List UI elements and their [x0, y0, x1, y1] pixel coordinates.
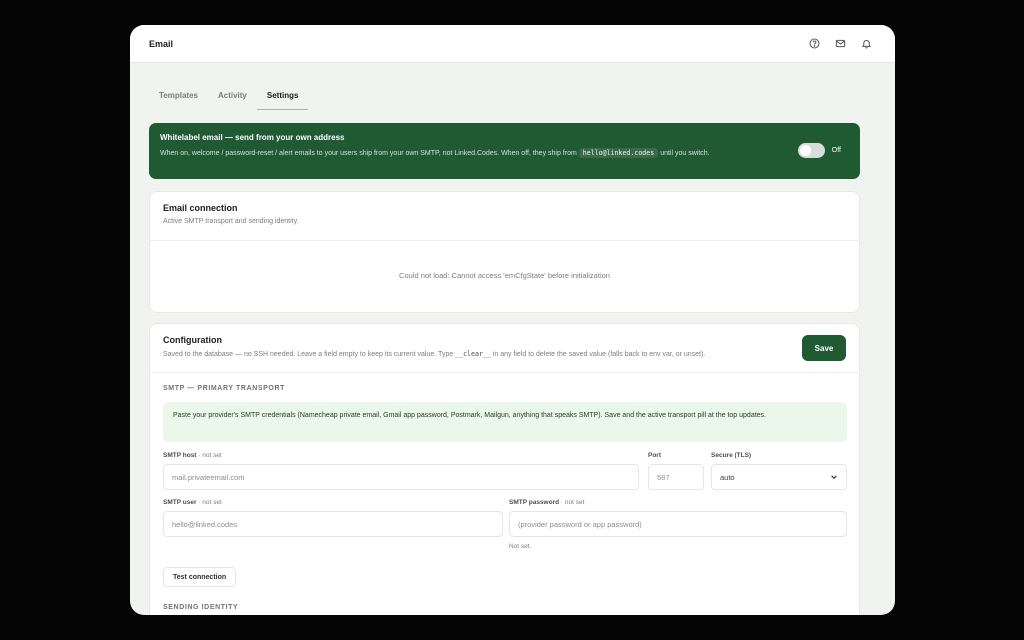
chevron-down-icon: [831, 475, 837, 480]
topbar-icons: [804, 34, 876, 54]
configuration-subtitle: Saved to the database — no SSH needed. L…: [163, 350, 846, 358]
banner-email-code: hello@linked.codes: [578, 148, 659, 158]
whitelabel-toggle[interactable]: [797, 143, 825, 158]
email-connection-card: Email connection Active SMTP transport a…: [149, 191, 860, 313]
save-button[interactable]: Save: [802, 335, 846, 361]
smtp-user-input[interactable]: hello@linked.codes: [163, 511, 503, 537]
help-button[interactable]: [804, 34, 824, 54]
secure-tls-label: Secure (TLS): [711, 452, 752, 459]
sending-identity-heading: SENDING IDENTITY: [163, 604, 239, 611]
config-sub-after: in any field to delete the saved value (…: [492, 351, 706, 358]
mail-button[interactable]: [830, 34, 850, 54]
configuration-header: Configuration Saved to the database — no…: [150, 324, 859, 373]
smtp-user-status: · not set: [196, 499, 222, 506]
toggle-label: Off: [831, 147, 841, 154]
whitelabel-banner: Whitelabel email — send from your own ad…: [149, 123, 860, 179]
tab-settings[interactable]: Settings: [256, 91, 309, 110]
smtp-host-label-text: SMTP host: [163, 452, 197, 459]
connection-error-message: Could not load: Cannot access 'emCfgStat…: [399, 271, 610, 280]
port-input[interactable]: 587: [648, 464, 704, 490]
notifications-button[interactable]: [856, 34, 876, 54]
banner-title: Whitelabel email — send from your own ad…: [160, 133, 345, 142]
tab-templates[interactable]: Templates: [149, 91, 208, 110]
app-window: Email Templates Activity Settings Whitel…: [130, 25, 895, 615]
tab-activity[interactable]: Activity: [208, 91, 257, 110]
smtp-password-label: SMTP password · not set: [509, 499, 584, 506]
password-hint: Not set.: [509, 543, 532, 550]
smtp-host-input[interactable]: mail.privateemail.com: [163, 464, 639, 490]
clear-token-code: __clear__: [455, 350, 491, 358]
page-title: Email: [149, 38, 174, 49]
smtp-section-heading: SMTP — PRIMARY TRANSPORT: [163, 385, 286, 392]
banner-desc-after: until you switch.: [660, 150, 710, 157]
toggle-knob: [799, 145, 811, 156]
test-connection-button[interactable]: Test connection: [163, 567, 237, 587]
connection-title: Email connection: [163, 203, 238, 213]
smtp-user-label: SMTP user · not set: [163, 499, 222, 506]
top-bar: Email: [130, 25, 895, 63]
connection-header: Email connection Active SMTP transport a…: [150, 192, 859, 241]
banner-desc-before: When on, welcome / password-reset / aler…: [160, 150, 577, 157]
tab-bar: Templates Activity Settings: [149, 63, 861, 110]
smtp-password-input[interactable]: (provider password or app password): [509, 511, 847, 537]
help-icon: [809, 38, 819, 49]
mail-icon: [835, 39, 845, 48]
smtp-password-label-text: SMTP password: [509, 499, 560, 506]
configuration-title: Configuration: [163, 335, 222, 345]
secure-tls-value: auto: [720, 472, 735, 482]
smtp-info-box: Paste your provider's SMTP credentials (…: [163, 402, 847, 442]
smtp-user-label-text: SMTP user: [163, 499, 197, 506]
connection-subtitle: Active SMTP transport and sending identi…: [163, 218, 299, 225]
port-label: Port: [648, 452, 661, 459]
secure-tls-select[interactable]: auto: [711, 464, 847, 490]
bell-icon: [861, 39, 871, 49]
smtp-host-status: · not set: [196, 452, 222, 459]
configuration-card: Configuration Saved to the database — no…: [149, 323, 860, 615]
whitelabel-toggle-group: Off: [797, 143, 841, 158]
banner-description: When on, welcome / password-reset / aler…: [160, 147, 770, 160]
config-sub-before: Saved to the database — no SSH needed. L…: [163, 351, 454, 358]
main-content: Templates Activity Settings Whitelabel e…: [149, 63, 861, 615]
smtp-host-label: SMTP host · not set: [163, 452, 222, 459]
smtp-password-status: · not set: [559, 499, 585, 506]
